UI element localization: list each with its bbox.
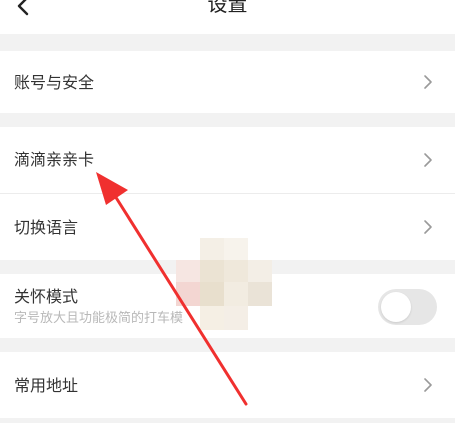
settings-item-label: 切换语言 (14, 218, 79, 237)
settings-item-label: 常用地址 (14, 376, 79, 395)
settings-item-label: 滴滴亲亲卡 (14, 150, 95, 169)
settings-item-didi-family-card[interactable]: 滴滴亲亲卡 (0, 127, 455, 193)
page-title: 设置 (207, 0, 248, 16)
chevron-right-icon (424, 378, 432, 392)
chevron-right-icon (424, 153, 432, 167)
top-bar: 设置 (0, 0, 455, 34)
settings-item-account-security[interactable]: 账号与安全 (0, 51, 455, 113)
settings-item-common-address[interactable]: 常用地址 (0, 352, 455, 418)
settings-item-label: 关怀模式 (14, 287, 79, 306)
settings-screen: 设置 账号与安全 滴滴亲亲卡 切换语言 关怀模式 字号放大且功能极简的打车模 常… (0, 0, 455, 423)
settings-item-label: 账号与安全 (14, 73, 95, 92)
toggle-knob (381, 292, 411, 322)
care-mode-toggle[interactable] (378, 289, 437, 325)
chevron-right-icon (424, 75, 432, 89)
chevron-right-icon (424, 220, 432, 234)
settings-item-subtitle: 字号放大且功能极简的打车模 (14, 311, 184, 326)
blurred-watermark-mosaic (176, 238, 288, 330)
